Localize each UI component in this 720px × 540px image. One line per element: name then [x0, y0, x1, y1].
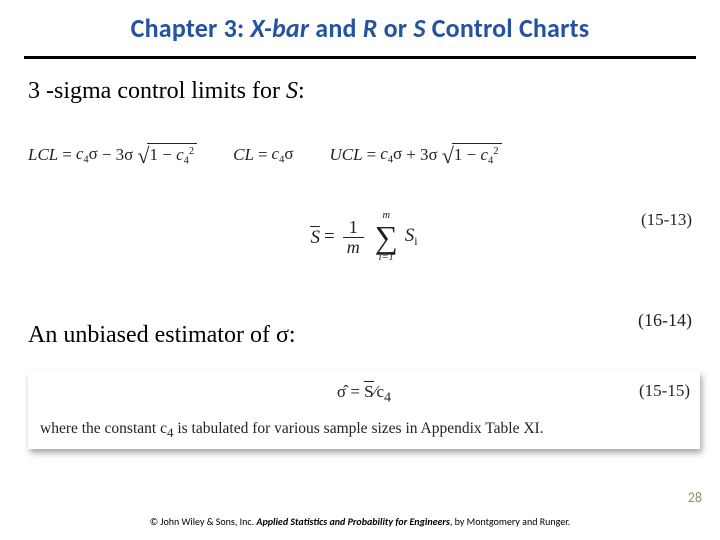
plus-3sigma: + 3σ — [406, 145, 438, 165]
one-minus: 1 − — [454, 145, 481, 164]
sqrt-lcl: √ 1 − c42 — [137, 143, 197, 167]
s-bar: S — [310, 226, 320, 249]
title-xbar: X-bar — [250, 12, 309, 44]
sqrt-sub: 4 — [184, 156, 189, 167]
equation-number-15-13: (15-13) — [641, 210, 692, 230]
sqrt-c: c — [480, 145, 488, 164]
sqrt-sup: 2 — [493, 146, 498, 157]
lcl-label: LCL — [28, 145, 58, 165]
eq-sign: = — [367, 145, 377, 165]
note-pre: where the constant — [40, 420, 160, 437]
c4-c: c — [272, 144, 280, 163]
radical-icon: √ — [442, 145, 454, 169]
lead1-text: 3 -sigma control limits for — [28, 78, 286, 104]
lead-text-1: 3 -sigma control limits for S: — [28, 78, 700, 105]
sigma: σ — [393, 144, 402, 163]
footer: © John Wiley & Sons, Inc. Applied Statis… — [0, 515, 720, 528]
slide-title: Chapter 3: X-bar and R or S Control Char… — [131, 12, 590, 44]
sigma-capital-icon: ∑ — [375, 221, 398, 253]
eq-cl: CL = c4σ — [233, 144, 293, 166]
eq-sign: = — [324, 226, 335, 248]
summation-icon: m ∑ i=1 — [375, 211, 398, 264]
radical-icon: √ — [137, 145, 149, 169]
eq-lcl: LCL = c4 σ − 3σ √ 1 − c42 — [28, 143, 197, 167]
sqrt-c: c — [176, 145, 184, 164]
slide-body: 3 -sigma control limits for S: LCL = c4σ… — [28, 78, 700, 449]
title-rule — [24, 56, 696, 59]
sum-lower: i=1 — [379, 253, 394, 263]
lead-text-2: An unbiased estimator of σ: — [28, 322, 700, 349]
equation-15-15-box: σ̂ = S∕c4 (15-15) where the constant c4 … — [28, 371, 700, 449]
equation-number-16-14: (16-14) — [638, 310, 692, 331]
footer-pre: © John Wiley & Sons, Inc. — [150, 515, 257, 528]
sqrt-sup: 2 — [189, 146, 194, 157]
si-var: S — [405, 225, 415, 246]
ucl-label: UCL — [330, 145, 363, 165]
eq-sign: = — [346, 382, 364, 401]
eq-sign: = — [62, 145, 72, 165]
lead1-var: S — [286, 78, 298, 104]
title-s: S — [413, 12, 425, 44]
sqrt-sub: 4 — [488, 156, 493, 167]
footer-post: , by Montgomery and Runger. — [450, 515, 570, 528]
slide: Chapter 3: X-bar and R or S Control Char… — [0, 0, 720, 540]
one-minus: 1 − — [149, 145, 176, 164]
frac-num: 1 — [345, 218, 362, 237]
c4-c: c — [376, 382, 384, 401]
footer-book-title: Applied Statistics and Probability for E… — [256, 515, 450, 528]
note-c: c — [160, 420, 167, 437]
c4-c: c — [380, 144, 388, 163]
eq-sbar-inner: S = 1 m m ∑ i=1 Si — [310, 211, 417, 264]
eq-ucl: UCL = c4σ + 3σ √ 1 − c42 — [330, 143, 502, 167]
cl-label: CL — [233, 145, 254, 165]
eq-sign: = — [258, 145, 268, 165]
title-suffix: Control Charts — [426, 12, 590, 44]
radicand: 1 − c42 — [147, 143, 197, 167]
equation-note: where the constant c4 is tabulated for v… — [40, 420, 688, 441]
lead2-text: An unbiased estimator of σ: — [28, 322, 296, 348]
equation-number-15-15: (15-15) — [639, 381, 690, 401]
slide-title-wrap: Chapter 3: X-bar and R or S Control Char… — [0, 12, 720, 44]
fraction-1-over-m: 1 m — [343, 218, 364, 257]
s-bar-rhs: S — [364, 381, 373, 402]
title-mid: and — [309, 12, 363, 44]
equation-16-14: S = 1 m m ∑ i=1 Si — [28, 211, 700, 264]
sigma: σ — [284, 144, 293, 163]
title-prefix: Chapter 3: — [131, 12, 251, 44]
c4-sub: 4 — [384, 389, 391, 405]
page-number: 28 — [688, 489, 702, 506]
title-mid2: or — [378, 12, 414, 44]
sigma: σ — [89, 144, 98, 163]
sqrt-ucl: √ 1 − c42 — [442, 143, 502, 167]
note-post: is tabulated for various sample sizes in… — [173, 420, 543, 437]
equation-15-15: σ̂ = S∕c4 — [40, 381, 688, 406]
radicand: 1 − c42 — [452, 143, 502, 167]
minus-3sigma: − 3σ — [102, 145, 134, 165]
equation-15-13: LCL = c4σ − 3σ √ 1 − c42 CL = c4σ UCL = … — [28, 143, 700, 167]
lead1-colon: : — [298, 78, 305, 104]
title-r: R — [363, 12, 378, 44]
sigma-hat: σ̂ — [337, 382, 346, 401]
frac-den: m — [343, 238, 364, 257]
si-sub: i — [414, 235, 417, 248]
